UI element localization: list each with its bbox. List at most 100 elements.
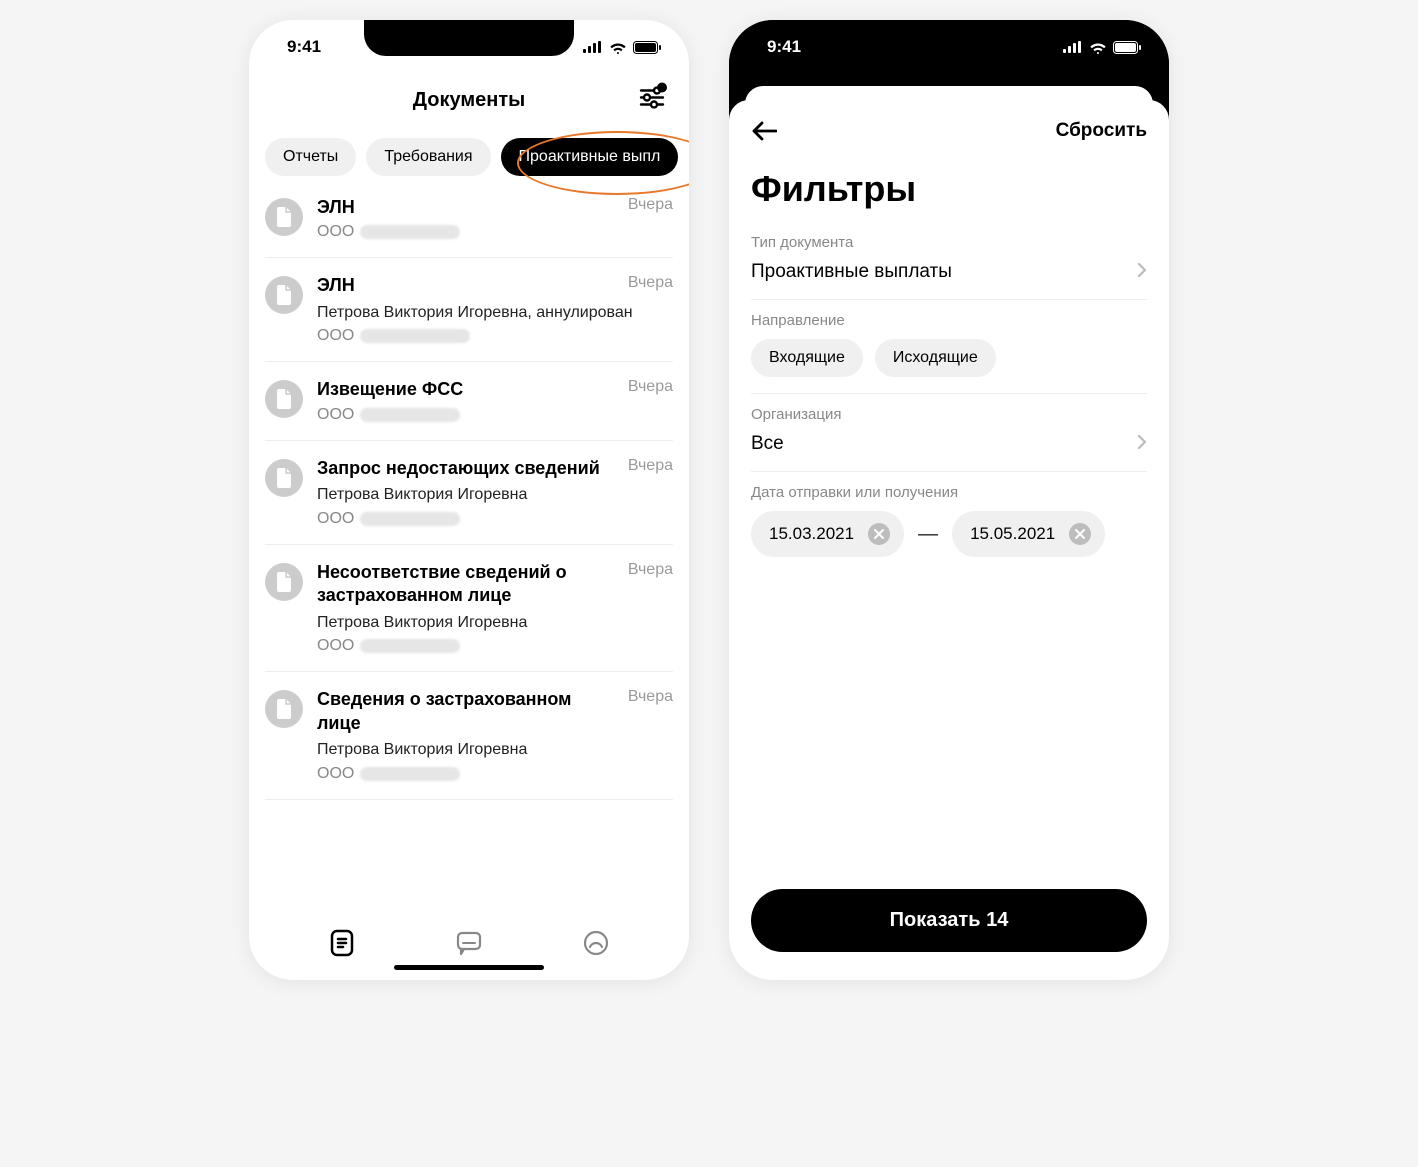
tab-chat[interactable] bbox=[454, 928, 484, 963]
document-icon bbox=[265, 198, 303, 236]
close-icon bbox=[874, 529, 884, 539]
document-icon bbox=[265, 563, 303, 601]
redacted-org-icon bbox=[360, 408, 460, 422]
item-org: ООО bbox=[317, 637, 673, 655]
document-icon bbox=[265, 690, 303, 728]
battery-icon bbox=[1113, 41, 1141, 54]
date-to-value: 15.05.2021 bbox=[970, 524, 1055, 544]
chip-incoming[interactable]: Входящие bbox=[751, 339, 863, 377]
tab-documents[interactable] bbox=[327, 928, 357, 963]
org-prefix: ООО bbox=[317, 765, 354, 783]
item-body: ЭЛН Вчера Петрова Виктория Игоревна, анн… bbox=[317, 274, 673, 345]
battery-icon bbox=[633, 41, 661, 54]
chevron-right-icon bbox=[1137, 262, 1147, 283]
redacted-org-icon bbox=[360, 512, 460, 526]
item-body: Сведения о застрахованном лице Вчера Пет… bbox=[317, 688, 673, 782]
item-person: Петрова Виктория Игоревна bbox=[317, 484, 673, 506]
redacted-org-icon bbox=[360, 225, 460, 239]
clear-date-to-button[interactable] bbox=[1069, 523, 1091, 545]
filter-organization[interactable]: Организация Все bbox=[729, 394, 1169, 471]
org-prefix: ООО bbox=[317, 637, 354, 655]
item-date: Вчера bbox=[628, 196, 673, 214]
home-indicator-icon bbox=[394, 965, 544, 970]
profile-tab-icon bbox=[581, 928, 611, 958]
item-org: ООО bbox=[317, 765, 673, 783]
item-date: Вчера bbox=[628, 274, 673, 292]
list-item[interactable]: ЭЛН Вчера Петрова Виктория Игоревна, анн… bbox=[265, 258, 673, 362]
item-date: Вчера bbox=[628, 378, 673, 396]
item-org: ООО bbox=[317, 510, 673, 528]
phone-documents: 9:41 Документы Отчеты Требования Проакти… bbox=[249, 20, 689, 980]
list-item[interactable]: Несоответствие сведений о застрахованном… bbox=[265, 545, 673, 672]
document-icon bbox=[265, 459, 303, 497]
filter-button[interactable] bbox=[639, 87, 665, 114]
filter-label: Дата отправки или получения bbox=[751, 484, 1147, 501]
org-prefix: ООО bbox=[317, 406, 354, 424]
list-item[interactable]: ЭЛН Вчера ООО bbox=[265, 186, 673, 258]
status-indicators bbox=[1063, 41, 1141, 54]
phone-filters: 9:41 Сбросить Фильтры Тип документа Проа… bbox=[729, 20, 1169, 980]
filters-sheet: Сбросить Фильтры Тип документа Проактивн… bbox=[729, 100, 1169, 980]
document-icon bbox=[265, 380, 303, 418]
filter-direction: Направление Входящие Исходящие bbox=[729, 300, 1169, 393]
filters-title: Фильтры bbox=[729, 152, 1169, 222]
item-body: Несоответствие сведений о застрахованном… bbox=[317, 561, 673, 655]
cellular-icon bbox=[583, 41, 603, 53]
wifi-icon bbox=[609, 41, 627, 54]
filter-value: Все bbox=[751, 433, 784, 455]
item-body: ЭЛН Вчера ООО bbox=[317, 196, 673, 241]
item-title: Несоответствие сведений о застрахованном… bbox=[317, 561, 616, 608]
item-title: Извещение ФСС bbox=[317, 378, 463, 401]
item-date: Вчера bbox=[628, 457, 673, 475]
header: Документы bbox=[249, 74, 689, 126]
notch bbox=[364, 20, 574, 56]
document-icon bbox=[265, 276, 303, 314]
wifi-icon bbox=[1089, 41, 1107, 54]
org-prefix: ООО bbox=[317, 327, 354, 345]
org-prefix: ООО bbox=[317, 223, 354, 241]
chip-proactive-payments[interactable]: Проактивные выпл bbox=[501, 138, 679, 176]
date-from-input[interactable]: 15.03.2021 bbox=[751, 511, 904, 557]
tab-profile[interactable] bbox=[581, 928, 611, 963]
item-org: ООО bbox=[317, 223, 673, 241]
filter-label: Тип документа bbox=[751, 234, 1147, 251]
redacted-org-icon bbox=[360, 639, 460, 653]
reset-button[interactable]: Сбросить bbox=[1056, 120, 1147, 142]
document-tab-icon bbox=[327, 928, 357, 958]
org-prefix: ООО bbox=[317, 510, 354, 528]
item-org: ООО bbox=[317, 406, 673, 424]
item-person: Петрова Виктория Игоревна bbox=[317, 612, 673, 634]
item-date: Вчера bbox=[628, 688, 673, 706]
chip-reports[interactable]: Отчеты bbox=[265, 138, 356, 176]
item-subtitle: Петрова Виктория Игоревна, аннулирован bbox=[317, 302, 673, 324]
apply-button[interactable]: Показать 14 bbox=[751, 889, 1147, 952]
item-date: Вчера bbox=[628, 561, 673, 579]
filter-date: Дата отправки или получения 15.03.2021 —… bbox=[729, 472, 1169, 573]
status-time: 9:41 bbox=[767, 37, 801, 57]
sheet-header: Сбросить bbox=[729, 100, 1169, 152]
status-indicators bbox=[583, 41, 661, 54]
redacted-org-icon bbox=[360, 329, 470, 343]
chips-row: Отчеты Требования Проактивные выпл bbox=[249, 126, 689, 186]
status-time: 9:41 bbox=[287, 37, 321, 57]
item-person: Петрова Виктория Игоревна bbox=[317, 739, 673, 761]
page-title: Документы bbox=[413, 89, 525, 112]
filter-label: Организация bbox=[751, 406, 1147, 423]
document-list[interactable]: ЭЛН Вчера ООО ЭЛН Вчера Петрова Виктория… bbox=[249, 186, 689, 910]
item-org: ООО bbox=[317, 327, 673, 345]
back-button[interactable] bbox=[751, 120, 777, 142]
item-title: Запрос недостающих сведений bbox=[317, 457, 600, 480]
item-body: Извещение ФСС Вчера ООО bbox=[317, 378, 673, 423]
list-item[interactable]: Запрос недостающих сведений Вчера Петров… bbox=[265, 441, 673, 545]
cellular-icon bbox=[1063, 41, 1083, 53]
item-body: Запрос недостающих сведений Вчера Петров… bbox=[317, 457, 673, 528]
list-item[interactable]: Извещение ФСС Вчера ООО bbox=[265, 362, 673, 440]
chat-tab-icon bbox=[454, 928, 484, 958]
date-to-input[interactable]: 15.05.2021 bbox=[952, 511, 1105, 557]
chip-outgoing[interactable]: Исходящие bbox=[875, 339, 996, 377]
arrow-left-icon bbox=[751, 120, 777, 142]
filter-doc-type[interactable]: Тип документа Проактивные выплаты bbox=[729, 222, 1169, 299]
list-item[interactable]: Сведения о застрахованном лице Вчера Пет… bbox=[265, 672, 673, 799]
clear-date-from-button[interactable] bbox=[868, 523, 890, 545]
chip-requirements[interactable]: Требования bbox=[366, 138, 490, 176]
